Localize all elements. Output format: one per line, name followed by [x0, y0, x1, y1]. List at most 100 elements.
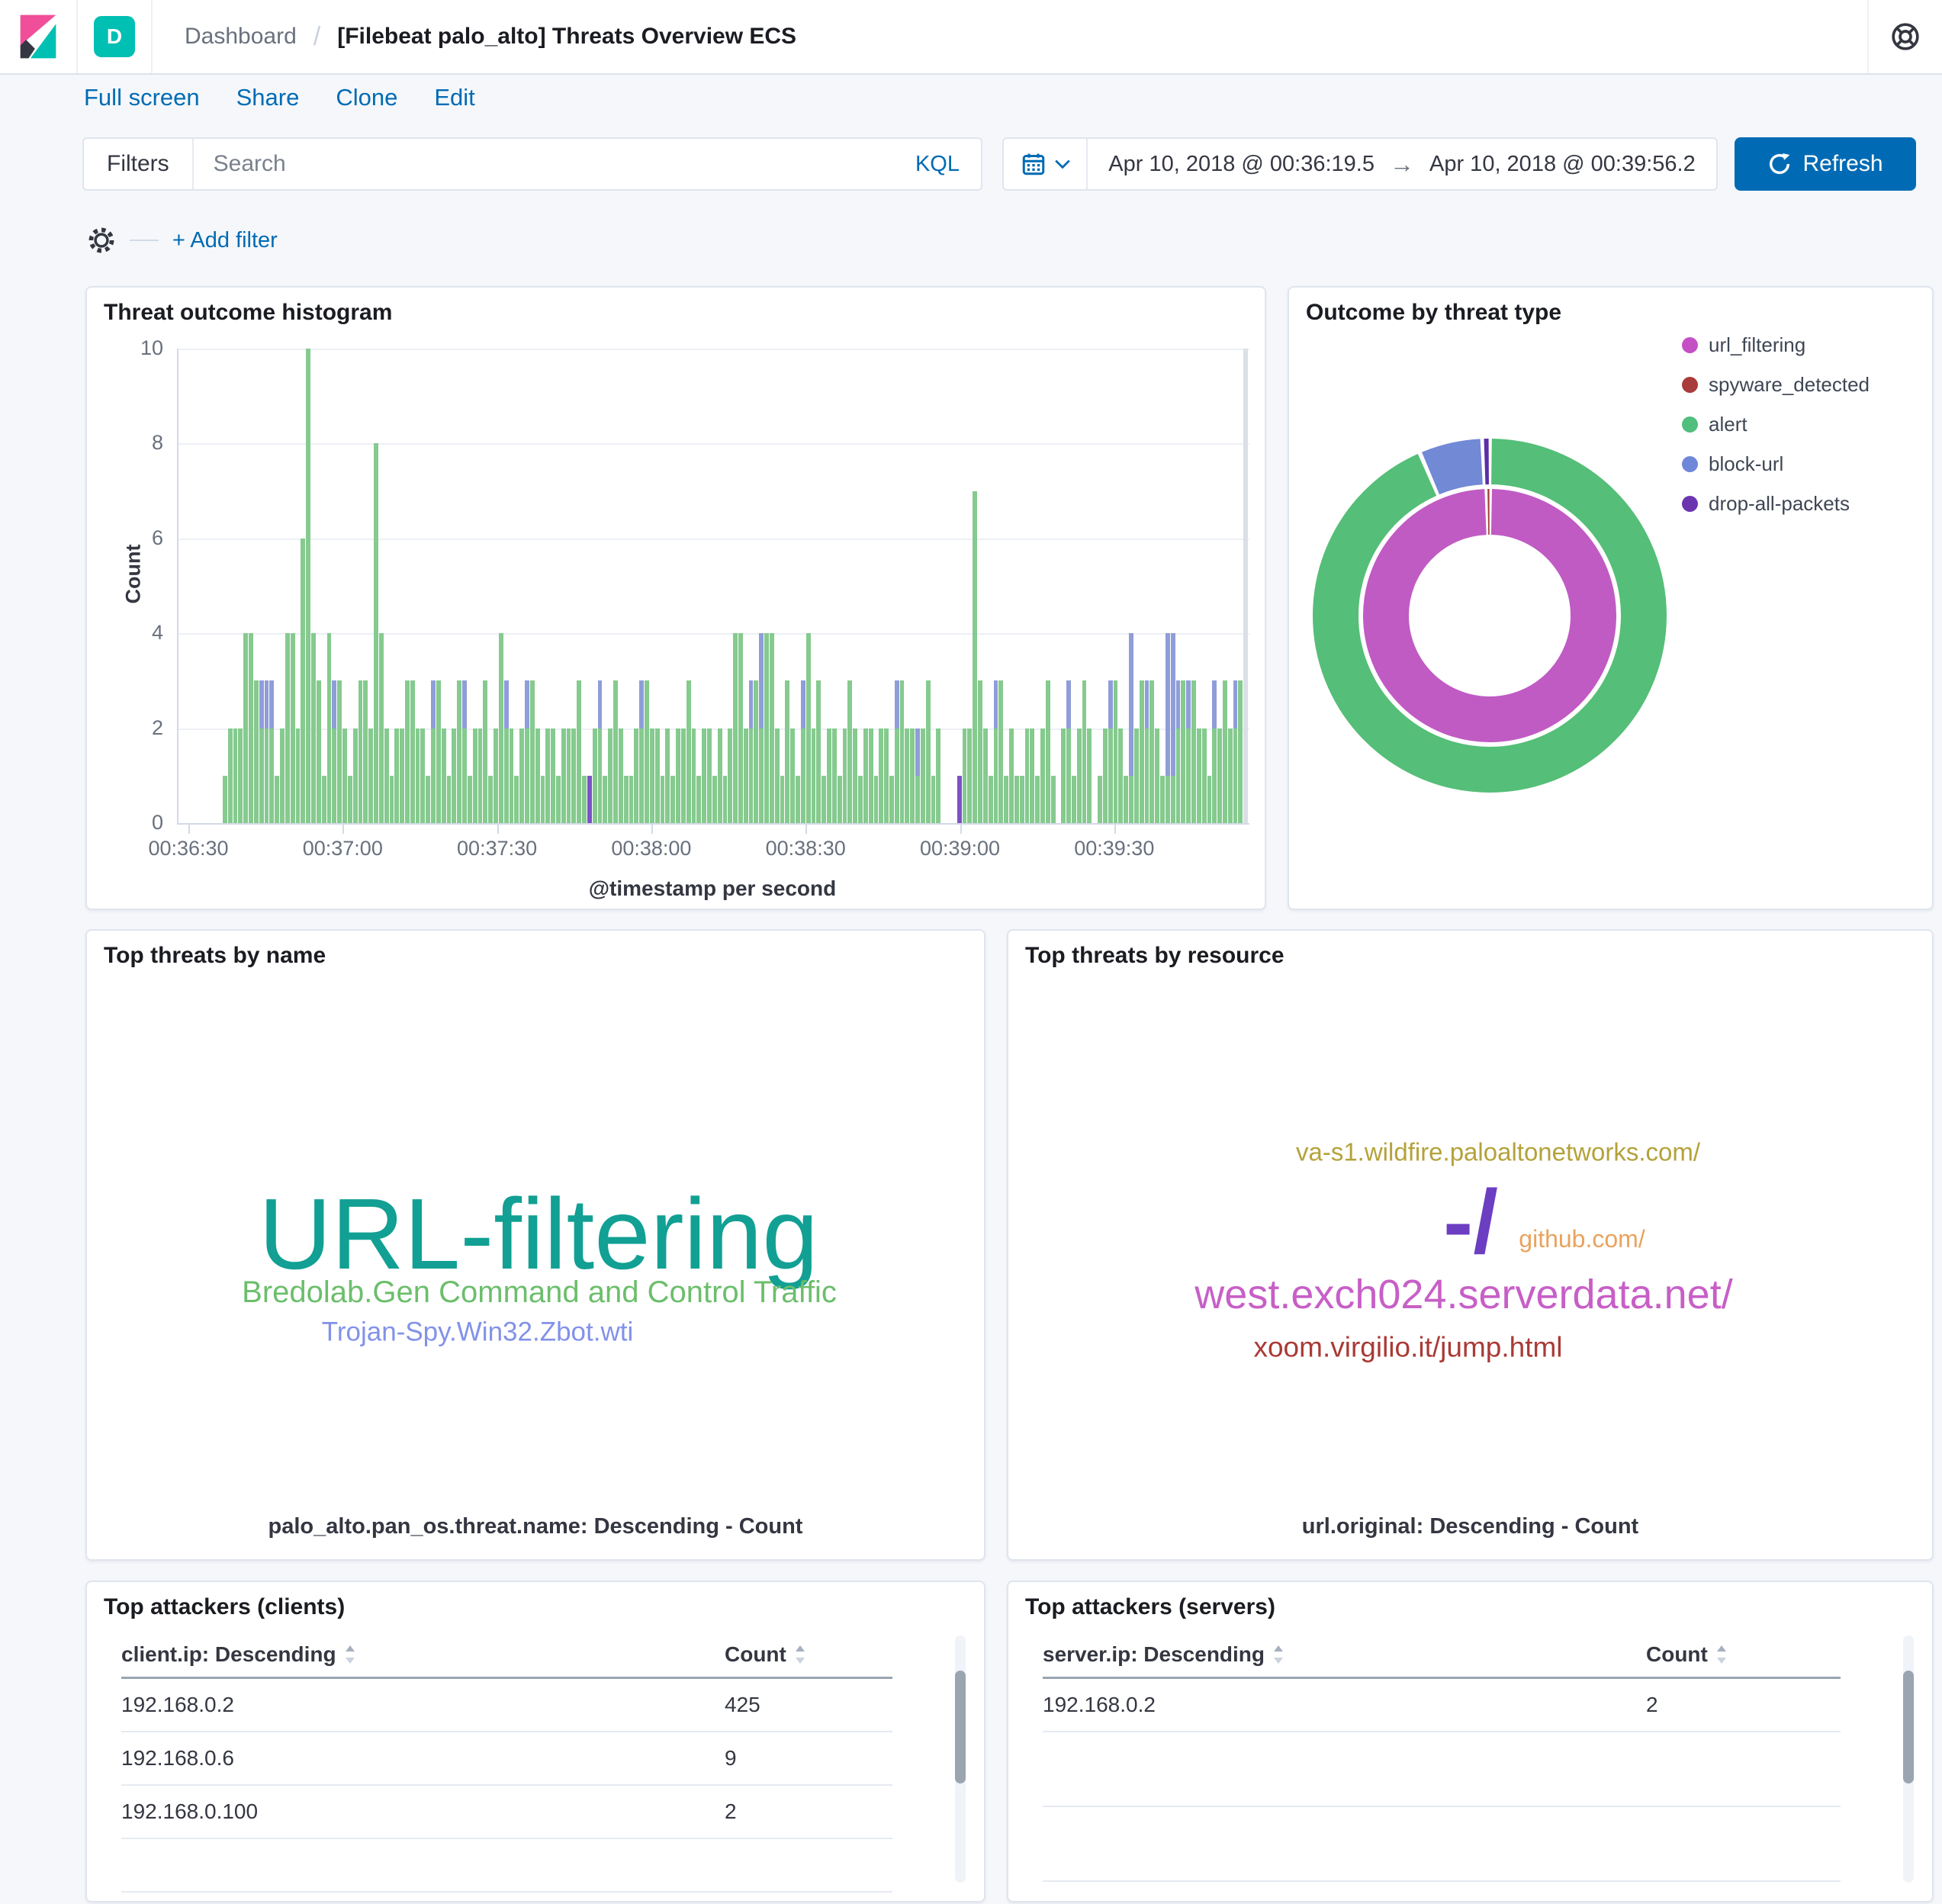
- histogram-bar[interactable]: [1166, 349, 1170, 823]
- histogram-bar[interactable]: [1114, 349, 1118, 823]
- histogram-bar[interactable]: [1087, 349, 1092, 823]
- histogram-bar[interactable]: [613, 349, 618, 823]
- threat-resource-word[interactable]: va-s1.wildfire.paloaltonetworks.com/: [1296, 1140, 1700, 1165]
- histogram-bar[interactable]: [947, 349, 951, 823]
- histogram-bar[interactable]: [1077, 349, 1082, 823]
- histogram-bar[interactable]: [1108, 349, 1113, 823]
- histogram-bar[interactable]: [1233, 349, 1238, 823]
- histogram-bar[interactable]: [812, 349, 816, 823]
- histogram-bar[interactable]: [311, 349, 316, 823]
- help-button[interactable]: [1869, 21, 1942, 52]
- histogram-bar[interactable]: [785, 349, 789, 823]
- histogram-bar[interactable]: [1145, 349, 1149, 823]
- histogram-bar[interactable]: [1140, 349, 1144, 823]
- histogram-bar[interactable]: [431, 349, 436, 823]
- histogram-bar[interactable]: [384, 349, 389, 823]
- histogram-bar[interactable]: [420, 349, 425, 823]
- histogram-bar[interactable]: [1020, 349, 1024, 823]
- panel-title[interactable]: Top attackers (servers): [1025, 1594, 1275, 1620]
- histogram-bar[interactable]: [1155, 349, 1159, 823]
- histogram-bar[interactable]: [358, 349, 363, 823]
- date-picker-calendar-button[interactable]: [1004, 139, 1088, 189]
- histogram-bar[interactable]: [921, 349, 925, 823]
- histogram-bar[interactable]: [696, 349, 701, 823]
- histogram-bar[interactable]: [1035, 349, 1040, 823]
- histogram-bar[interactable]: [608, 349, 613, 823]
- histogram-bar[interactable]: [374, 349, 378, 823]
- histogram-bar[interactable]: [998, 349, 1003, 823]
- histogram-bar[interactable]: [619, 349, 623, 823]
- histogram-bar[interactable]: [1098, 349, 1102, 823]
- histogram-bar[interactable]: [910, 349, 915, 823]
- histogram-bar[interactable]: [488, 349, 493, 823]
- histogram-bar[interactable]: [639, 349, 644, 823]
- histogram-bar[interactable]: [1056, 349, 1061, 823]
- histogram-bar[interactable]: [483, 349, 487, 823]
- histogram-bar[interactable]: [223, 349, 227, 823]
- histogram-bar[interactable]: [1118, 349, 1123, 823]
- histogram-bar[interactable]: [541, 349, 545, 823]
- histogram-bar[interactable]: [655, 349, 660, 823]
- histogram-bar[interactable]: [957, 349, 962, 823]
- breadcrumb-dashboard[interactable]: Dashboard: [185, 24, 297, 50]
- histogram-bar[interactable]: [426, 349, 430, 823]
- histogram-bar[interactable]: [473, 349, 477, 823]
- histogram-bar[interactable]: [571, 349, 576, 823]
- sort-arrows-icon[interactable]: [344, 1645, 356, 1664]
- histogram-bar[interactable]: [285, 349, 290, 823]
- histogram-bar[interactable]: [780, 349, 785, 823]
- histogram-bar[interactable]: [670, 349, 675, 823]
- histogram-bar[interactable]: [754, 349, 758, 823]
- threat-resource-word[interactable]: west.exch024.serverdata.net/: [1194, 1274, 1732, 1315]
- histogram-bar[interactable]: [468, 349, 472, 823]
- histogram-bar[interactable]: [796, 349, 800, 823]
- histogram-bar[interactable]: [462, 349, 467, 823]
- add-filter-button[interactable]: + Add filter: [172, 228, 278, 253]
- histogram-bar[interactable]: [400, 349, 404, 823]
- histogram-bar[interactable]: [1186, 349, 1191, 823]
- histogram-bar[interactable]: [259, 349, 264, 823]
- histogram-bar[interactable]: [504, 349, 509, 823]
- histogram-bar[interactable]: [816, 349, 821, 823]
- histogram-bar[interactable]: [1149, 349, 1154, 823]
- histogram-bar[interactable]: [1066, 349, 1071, 823]
- histogram-bar[interactable]: [624, 349, 629, 823]
- histogram-bar[interactable]: [525, 349, 529, 823]
- histogram-bar[interactable]: [764, 349, 769, 823]
- histogram-bar[interactable]: [514, 349, 519, 823]
- gear-icon[interactable]: [87, 226, 116, 255]
- histogram-bar[interactable]: [723, 349, 728, 823]
- space-badge[interactable]: D: [94, 16, 135, 57]
- histogram-bar[interactable]: [967, 349, 972, 823]
- histogram-bar[interactable]: [410, 349, 415, 823]
- histogram-bar[interactable]: [337, 349, 342, 823]
- panel-title[interactable]: Threat outcome histogram: [104, 300, 392, 326]
- histogram-bar[interactable]: [1072, 349, 1076, 823]
- histogram-bar[interactable]: [301, 349, 305, 823]
- column-header-count[interactable]: Count: [725, 1642, 786, 1667]
- histogram-bar[interactable]: [452, 349, 456, 823]
- histogram-bar[interactable]: [936, 349, 940, 823]
- histogram-bar[interactable]: [510, 349, 514, 823]
- histogram-bar[interactable]: [1217, 349, 1222, 823]
- histogram-bar[interactable]: [1009, 349, 1014, 823]
- histogram-bar[interactable]: [1197, 349, 1201, 823]
- clone-button[interactable]: Clone: [336, 84, 397, 111]
- histogram-bar[interactable]: [1082, 349, 1087, 823]
- histogram-bar[interactable]: [863, 349, 868, 823]
- histogram-bar[interactable]: [634, 349, 638, 823]
- table-row[interactable]: 192.168.0.2425: [121, 1679, 892, 1732]
- histogram-bar[interactable]: [994, 349, 998, 823]
- legend-item-alert[interactable]: alert: [1682, 413, 1870, 436]
- histogram-bar[interactable]: [249, 349, 253, 823]
- histogram-bar[interactable]: [645, 349, 649, 823]
- histogram-bar[interactable]: [603, 349, 607, 823]
- histogram-bar[interactable]: [941, 349, 946, 823]
- histogram-bar[interactable]: [593, 349, 597, 823]
- histogram-bar[interactable]: [442, 349, 446, 823]
- histogram-bar[interactable]: [1191, 349, 1196, 823]
- histogram-bar[interactable]: [228, 349, 233, 823]
- histogram-bar[interactable]: [233, 349, 238, 823]
- histogram-bar[interactable]: [353, 349, 358, 823]
- histogram-bar[interactable]: [238, 349, 243, 823]
